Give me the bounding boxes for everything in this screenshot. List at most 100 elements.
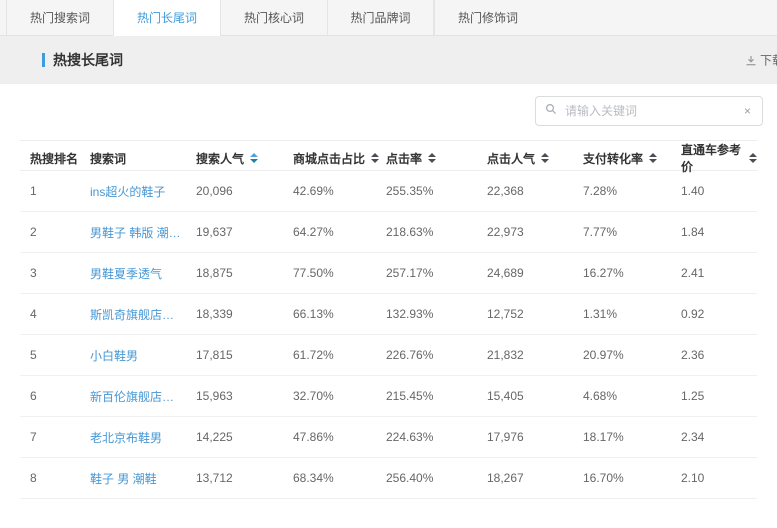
hot-longtail-words-page: 热门搜索词 热门长尾词 热门核心词 热门品牌词 热门修饰词 热搜长尾词 下载	[0, 0, 777, 499]
rank-cell: 8	[30, 471, 90, 485]
search-popularity-cell: 17,815	[196, 348, 293, 362]
search-popularity-cell: 18,339	[196, 307, 293, 321]
keyword-search-box: ×	[535, 96, 763, 126]
keyword-link[interactable]: 小白鞋男	[90, 347, 196, 364]
mall-click-share-cell: 61.72%	[293, 348, 386, 362]
tab-hot-search-words[interactable]: 热门搜索词	[6, 0, 113, 36]
table-row: 8 鞋子 男 潮鞋 13,712 68.34% 256.40% 18,267 1…	[20, 458, 757, 499]
column-label: 直通车参考价	[681, 141, 743, 175]
column-label: 点击率	[386, 150, 422, 167]
search-popularity-cell: 19,637	[196, 225, 293, 239]
mall-click-share-cell: 64.27%	[293, 225, 386, 239]
tab-hot-core-words[interactable]: 热门核心词	[220, 0, 327, 36]
search-popularity-cell: 13,712	[196, 471, 293, 485]
page-title: 热搜长尾词	[42, 50, 123, 70]
ztc-price-cell: 2.10	[681, 471, 757, 485]
pay-conversion-cell: 16.27%	[583, 266, 681, 280]
keywords-table: 热搜排名 搜索词 搜索人气 商城点击占比 点击率 点击	[20, 140, 757, 499]
keyword-link[interactable]: 新百伦旗舰店官方正品	[90, 388, 196, 405]
search-icon	[545, 102, 557, 120]
click-rate-cell: 224.63%	[386, 430, 487, 444]
rank-cell: 5	[30, 348, 90, 362]
search-row: ×	[0, 84, 777, 140]
ztc-price-cell: 1.25	[681, 389, 757, 403]
keyword-link[interactable]: ins超火的鞋子	[90, 183, 196, 200]
mall-click-share-cell: 68.34%	[293, 471, 386, 485]
search-popularity-cell: 14,225	[196, 430, 293, 444]
download-label: 下载	[760, 52, 777, 69]
pay-conversion-cell: 18.17%	[583, 430, 681, 444]
search-input[interactable]	[563, 103, 742, 119]
rank-cell: 1	[30, 184, 90, 198]
ztc-price-cell: 0.92	[681, 307, 757, 321]
click-popularity-cell: 22,368	[487, 184, 583, 198]
tab-bar-filler	[541, 0, 777, 36]
column-header-pay-conversion[interactable]: 支付转化率	[583, 150, 681, 167]
click-rate-cell: 132.93%	[386, 307, 487, 321]
click-popularity-cell: 24,689	[487, 266, 583, 280]
column-label: 点击人气	[487, 150, 535, 167]
keyword-link[interactable]: 鞋子 男 潮鞋	[90, 470, 196, 487]
sort-carets-icon[interactable]	[250, 153, 258, 163]
rank-cell: 4	[30, 307, 90, 321]
table-row: 1 ins超火的鞋子 20,096 42.69% 255.35% 22,368 …	[20, 171, 757, 212]
sort-carets-icon[interactable]	[428, 153, 436, 163]
click-popularity-cell: 22,973	[487, 225, 583, 239]
sort-carets-icon[interactable]	[541, 153, 549, 163]
keyword-link[interactable]: 男鞋夏季透气	[90, 265, 196, 282]
rank-cell: 3	[30, 266, 90, 280]
column-header-click-popularity[interactable]: 点击人气	[487, 150, 583, 167]
sort-carets-icon[interactable]	[371, 153, 379, 163]
main-content: × 热搜排名 搜索词 搜索人气 商城点击占比	[0, 84, 777, 499]
column-header-ztc-price[interactable]: 直通车参考价	[681, 141, 757, 175]
click-popularity-cell: 17,976	[487, 430, 583, 444]
column-label: 热搜排名	[30, 150, 78, 167]
rank-cell: 7	[30, 430, 90, 444]
click-popularity-cell: 12,752	[487, 307, 583, 321]
click-rate-cell: 215.45%	[386, 389, 487, 403]
click-popularity-cell: 21,832	[487, 348, 583, 362]
click-rate-cell: 218.63%	[386, 225, 487, 239]
table-header-row: 热搜排名 搜索词 搜索人气 商城点击占比 点击率 点击	[20, 140, 757, 171]
keyword-link[interactable]: 斯凯奇旗舰店官方旗舰	[90, 306, 196, 323]
search-popularity-cell: 18,875	[196, 266, 293, 280]
column-header-search-popularity[interactable]: 搜索人气	[196, 150, 293, 167]
keyword-link[interactable]: 男鞋子 韩版 潮流 英...	[90, 224, 196, 241]
clear-search-icon[interactable]: ×	[742, 103, 753, 119]
table-row: 2 男鞋子 韩版 潮流 英... 19,637 64.27% 218.63% 2…	[20, 212, 757, 253]
column-header-rank: 热搜排名	[30, 150, 90, 167]
table-row: 3 男鞋夏季透气 18,875 77.50% 257.17% 24,689 16…	[20, 253, 757, 294]
table-row: 7 老北京布鞋男 14,225 47.86% 224.63% 17,976 18…	[20, 417, 757, 458]
table-row: 4 斯凯奇旗舰店官方旗舰 18,339 66.13% 132.93% 12,75…	[20, 294, 757, 335]
sort-carets-icon[interactable]	[749, 153, 757, 163]
ztc-price-cell: 2.34	[681, 430, 757, 444]
tab-hot-brand-words[interactable]: 热门品牌词	[327, 0, 434, 36]
download-link[interactable]: 下载	[745, 52, 777, 69]
ztc-price-cell: 1.40	[681, 184, 757, 198]
search-popularity-cell: 20,096	[196, 184, 293, 198]
tab-hot-longtail-words[interactable]: 热门长尾词	[113, 0, 220, 36]
click-popularity-cell: 18,267	[487, 471, 583, 485]
rank-cell: 2	[30, 225, 90, 239]
pay-conversion-cell: 4.68%	[583, 389, 681, 403]
column-header-click-rate[interactable]: 点击率	[386, 150, 487, 167]
tab-bar: 热门搜索词 热门长尾词 热门核心词 热门品牌词 热门修饰词	[0, 0, 777, 36]
pay-conversion-cell: 7.77%	[583, 225, 681, 239]
ztc-price-cell: 2.41	[681, 266, 757, 280]
pay-conversion-cell: 16.70%	[583, 471, 681, 485]
column-label: 商城点击占比	[293, 150, 365, 167]
rank-cell: 6	[30, 389, 90, 403]
keyword-link[interactable]: 老北京布鞋男	[90, 429, 196, 446]
pay-conversion-cell: 20.97%	[583, 348, 681, 362]
tab-hot-modifier-words[interactable]: 热门修饰词	[434, 0, 541, 36]
section-header: 热搜长尾词 下载	[0, 36, 777, 84]
ztc-price-cell: 1.84	[681, 225, 757, 239]
mall-click-share-cell: 47.86%	[293, 430, 386, 444]
table-body: 1 ins超火的鞋子 20,096 42.69% 255.35% 22,368 …	[20, 171, 757, 499]
column-label: 搜索词	[90, 150, 126, 167]
search-popularity-cell: 15,963	[196, 389, 293, 403]
sort-carets-icon[interactable]	[649, 153, 657, 163]
click-rate-cell: 255.35%	[386, 184, 487, 198]
column-header-mall-click-share[interactable]: 商城点击占比	[293, 150, 386, 167]
click-rate-cell: 256.40%	[386, 471, 487, 485]
